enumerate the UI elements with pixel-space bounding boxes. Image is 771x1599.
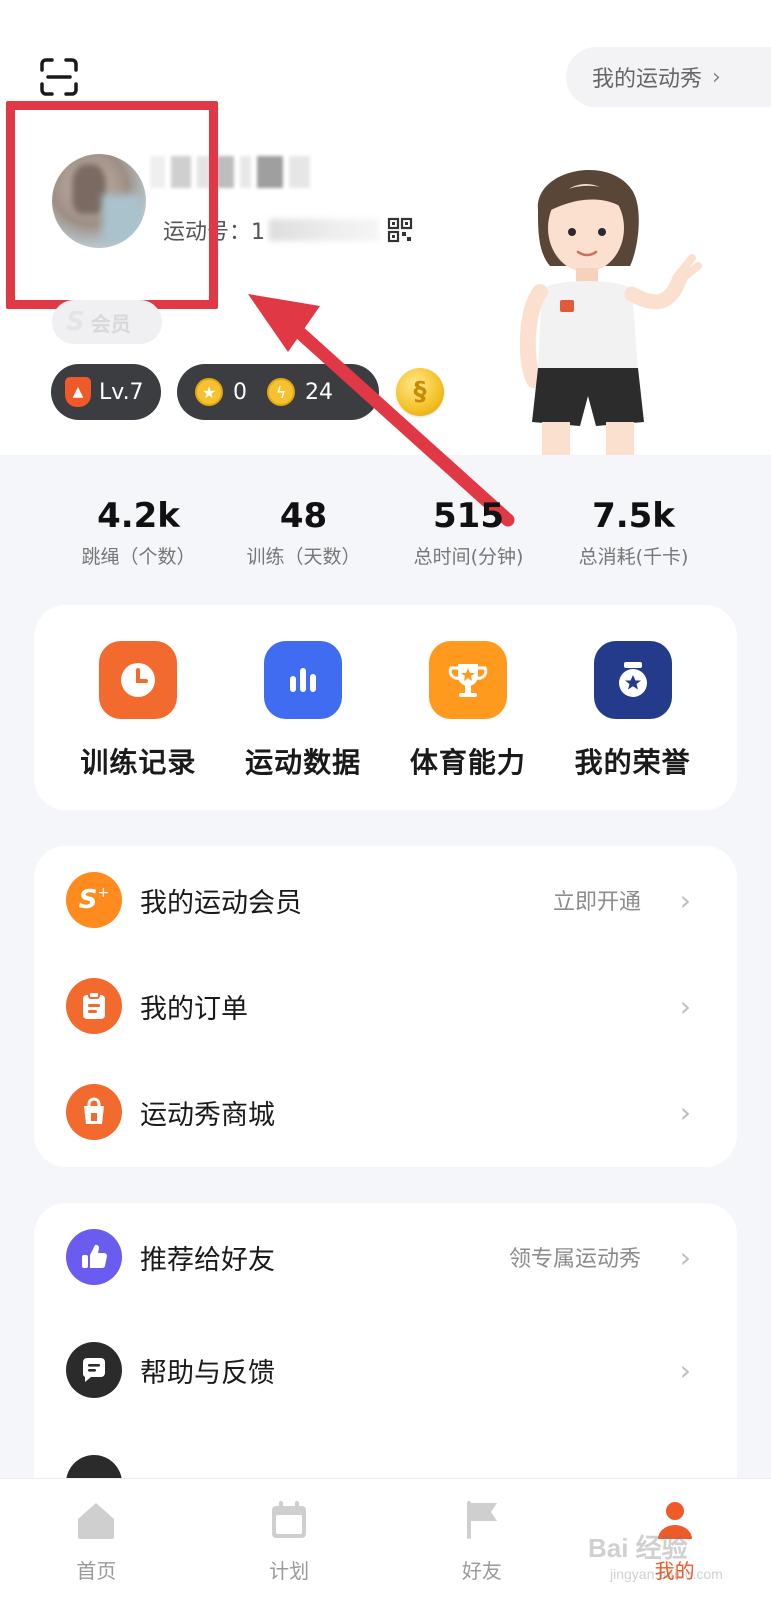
- list-item-label: 我的订单: [140, 993, 248, 1025]
- shop-bag-icon: [66, 1084, 122, 1140]
- level-shield-icon: ▲: [65, 377, 91, 407]
- list-item-recommend-friends[interactable]: 推荐给好友 领专属运动秀 ›: [34, 1203, 737, 1311]
- list-item-label: 帮助与反馈: [140, 1357, 275, 1389]
- my-sport-show-button[interactable]: 我的运动秀 ›: [566, 47, 771, 107]
- annotation-highlight-box: [6, 101, 218, 309]
- level-pill[interactable]: ▲ Lv.7: [51, 364, 161, 420]
- list-item-sport-membership[interactable]: S + 我的运动会员 立即开通 ›: [34, 846, 737, 954]
- sport-id-masked: [269, 219, 379, 241]
- vip-s-icon: S: [66, 307, 85, 337]
- level-label: Lv.7: [99, 379, 144, 405]
- account-list-card: S + 我的运动会员 立即开通 › 我的订单 › 运动秀商城 ›: [34, 846, 737, 1167]
- list-item-my-orders[interactable]: 我的订单 ›: [34, 952, 737, 1060]
- feature-grid-card: 训练记录 运动数据 体育能力 我的荣誉: [34, 605, 737, 810]
- stat-label: 总消耗(千卡): [578, 546, 689, 568]
- points-pill[interactable]: ★ 0 ϟ 24: [177, 364, 379, 420]
- gold-medal-icon[interactable]: §: [396, 368, 444, 416]
- watermark-url: jingyan.baidu.com: [610, 1566, 723, 1582]
- list-item-label: 推荐给好友: [140, 1244, 275, 1276]
- support-list-card: 推荐给好友 领专属运动秀 › 帮助与反馈 ›: [34, 1203, 737, 1511]
- tab-friends[interactable]: 好友: [386, 1479, 579, 1599]
- home-icon: [78, 1503, 115, 1539]
- vip-badge[interactable]: S 会员: [52, 300, 162, 344]
- grid-label: 训练记录: [80, 746, 197, 779]
- chevron-right-icon: ›: [679, 989, 691, 1023]
- chevron-right-icon: ›: [712, 64, 721, 90]
- tab-label: 计划: [269, 1559, 310, 1583]
- medal-icon: [593, 641, 672, 719]
- my-sport-show-label: 我的运动秀: [592, 67, 703, 92]
- grid-sport-data[interactable]: 运动数据: [223, 641, 383, 810]
- calendar-icon: [272, 1501, 307, 1538]
- bar-chart-icon: [264, 641, 343, 719]
- grid-label: 运动数据: [245, 746, 362, 779]
- list-item-label: 运动秀商城: [140, 1099, 275, 1131]
- profile-header: 我的运动秀 › 运动号：1 S 会员 ▲ Lv.7 ★ 0 ϟ 24 §: [0, 0, 771, 527]
- stats-row: 4.2k 跳绳（个数） 48 训练（天数） 515 总时间(分钟) 7.5k 总…: [56, 496, 716, 576]
- trophy-icon: [428, 641, 507, 719]
- grid-label: 我的荣誉: [574, 746, 691, 779]
- tab-home[interactable]: 首页: [0, 1479, 193, 1599]
- list-item-help-feedback[interactable]: 帮助与反馈 ›: [34, 1316, 737, 1424]
- avatar-character-illustration: [520, 169, 702, 455]
- star-coin-icon: ★: [195, 378, 223, 406]
- grid-my-honor[interactable]: 我的荣誉: [553, 641, 713, 810]
- chevron-right-icon: ›: [679, 1353, 691, 1387]
- stat-label: 总时间(分钟): [413, 546, 524, 568]
- list-item-subtext: 立即开通: [552, 890, 641, 915]
- list-item-label: 我的运动会员: [140, 887, 302, 919]
- scan-icon[interactable]: [38, 56, 80, 98]
- chevron-right-icon: ›: [679, 883, 691, 917]
- stat-value: 4.2k: [97, 496, 180, 536]
- grid-sport-ability[interactable]: 体育能力: [388, 641, 548, 810]
- stat-label: 训练（天数）: [246, 546, 361, 568]
- stat-value: 48: [279, 496, 328, 536]
- grid-training-record[interactable]: 训练记录: [58, 641, 218, 810]
- order-icon: [66, 978, 122, 1034]
- vip-s-icon: S +: [66, 872, 122, 928]
- qr-code-icon[interactable]: [387, 217, 413, 243]
- stat-total-time[interactable]: 515 总时间(分钟): [386, 496, 551, 576]
- watermark: Bai 经验: [588, 1533, 688, 1563]
- tab-label: 首页: [76, 1559, 117, 1583]
- tab-label: 好友: [461, 1559, 502, 1583]
- clock-icon: [99, 641, 178, 719]
- energy-count: 24: [305, 379, 333, 405]
- vip-badge-label: 会员: [90, 311, 131, 336]
- stat-value: 7.5k: [592, 496, 675, 536]
- chevron-right-icon: ›: [679, 1095, 691, 1129]
- coin-count: 0: [233, 379, 247, 405]
- grid-label: 体育能力: [409, 746, 526, 779]
- stat-total-calories[interactable]: 7.5k 总消耗(千卡): [551, 496, 716, 576]
- stat-jump-rope[interactable]: 4.2k 跳绳（个数）: [56, 496, 221, 576]
- flag-icon: [466, 1501, 497, 1539]
- stat-label: 跳绳（个数）: [81, 546, 196, 568]
- tab-plan[interactable]: 计划: [193, 1479, 386, 1599]
- chevron-right-icon: ›: [679, 1240, 691, 1274]
- stat-value: 515: [433, 496, 504, 536]
- list-item-sport-show-shop[interactable]: 运动秀商城 ›: [34, 1058, 737, 1166]
- stat-training-days[interactable]: 48 训练（天数）: [221, 496, 386, 576]
- message-icon: [66, 1342, 122, 1398]
- thumbs-up-icon: [66, 1229, 122, 1285]
- list-item-subtext: 领专属运动秀: [508, 1247, 641, 1272]
- lightning-coin-icon: ϟ: [267, 378, 295, 406]
